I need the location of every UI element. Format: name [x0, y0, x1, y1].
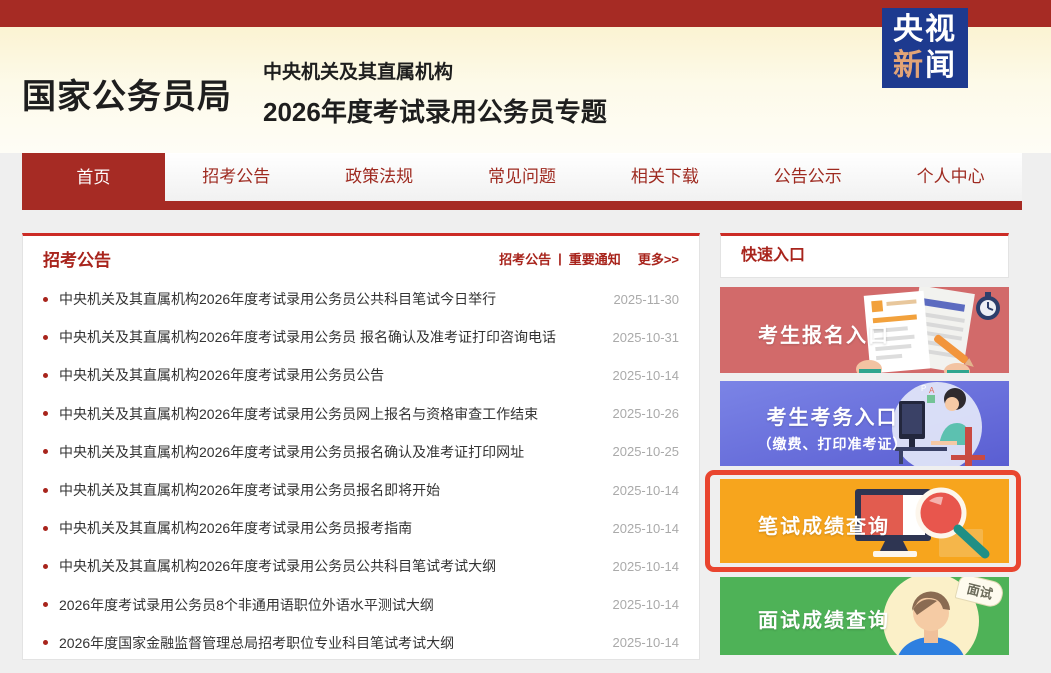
announcements-header: 招考公告 招考公告 | 重要通知 更多>>	[23, 236, 699, 280]
announcement-link[interactable]: 2026年度国家金融监督管理总局招考职位专业科目笔试考试大纲	[59, 633, 454, 653]
announcements-title: 招考公告	[43, 246, 111, 271]
announcement-date: 2025-10-25	[613, 444, 680, 459]
filter-important-notices[interactable]: 重要通知	[569, 249, 621, 268]
tab-recruitment-announcements[interactable]: 招考公告	[165, 153, 308, 201]
card-written-score-inquiry[interactable]: 笔试成绩查询	[720, 479, 1009, 563]
announcement-date: 2025-10-14	[613, 635, 680, 650]
card-registration-entry[interactable]: 考生报名入口	[720, 287, 1009, 373]
main-navigation: 首页 招考公告 政策法规 常见问题 相关下载 公告公示 个人中心	[22, 153, 1022, 210]
cctv-news-logo: 央视 新闻	[882, 8, 968, 88]
announcement-date: 2025-10-31	[613, 330, 680, 345]
announcement-item: 2026年度国家金融监督管理总局招考职位专业科目笔试考试大纲 2025-10-14	[43, 624, 679, 662]
tab-home[interactable]: 首页	[22, 153, 165, 210]
tab-public-notices[interactable]: 公告公示	[736, 153, 879, 201]
announcement-link[interactable]: 中央机关及其直属机构2026年度考试录用公务员网上报名与资格审查工作结束	[59, 404, 538, 424]
bullet-icon	[43, 488, 48, 493]
bullet-icon	[43, 373, 48, 378]
filter-separator: |	[558, 251, 562, 266]
card-registration-label: 考生报名入口	[758, 319, 890, 348]
bullet-icon	[43, 526, 48, 531]
card-written-score-label: 笔试成绩查询	[758, 510, 890, 539]
announcement-link[interactable]: 中央机关及其直属机构2026年度考试录用公务员公告	[59, 365, 384, 385]
card-interview-score-inquiry[interactable]: 面试成绩查询 面试	[720, 577, 1009, 655]
nav-tabs: 首页 招考公告 政策法规 常见问题 相关下载 公告公示 个人中心	[22, 153, 1022, 201]
quick-entry-header: 快速入口	[720, 233, 1009, 278]
announcement-date: 2025-10-14	[613, 559, 680, 574]
announcement-link[interactable]: 中央机关及其直属机构2026年度考试录用公务员报名确认及准考证打印网址	[59, 442, 524, 462]
svg-text:A: A	[929, 386, 935, 395]
announcement-item: 中央机关及其直属机构2026年度考试录用公务员报名即将开始 2025-10-14	[43, 471, 679, 509]
announcement-link[interactable]: 中央机关及其直属机构2026年度考试录用公务员报考指南	[59, 518, 412, 538]
announcement-link[interactable]: 中央机关及其直属机构2026年度考试录用公务员 报名确认及准考证打印咨询电话	[59, 327, 556, 347]
announcement-date: 2025-10-14	[613, 483, 680, 498]
announcements-panel: 招考公告 招考公告 | 重要通知 更多>> 中央机关及其直属机构2026年度考试…	[22, 233, 700, 660]
tab-faq[interactable]: 常见问题	[451, 153, 594, 201]
announcement-date: 2025-10-14	[613, 597, 680, 612]
announcement-date: 2025-10-14	[613, 368, 680, 383]
card-exam-affairs-entry[interactable]: 考生考务入口 （缴费、打印准考证） A P	[720, 381, 1009, 466]
quick-entry-title: 快速入口	[741, 247, 805, 264]
announcement-date: 2025-10-26	[613, 406, 680, 421]
announcement-link[interactable]: 中央机关及其直属机构2026年度考试录用公务员报名即将开始	[59, 480, 440, 500]
bullet-icon	[43, 449, 48, 454]
more-link[interactable]: 更多>>	[638, 249, 679, 268]
announcement-item: 2026年度考试录用公务员8个非通用语职位外语水平测试大纲 2025-10-14	[43, 586, 679, 624]
bullet-icon	[43, 640, 48, 645]
bullet-icon	[43, 411, 48, 416]
announcement-list: 中央机关及其直属机构2026年度考试录用公务员公共科目笔试今日举行 2025-11…	[23, 280, 699, 662]
announcement-item: 中央机关及其直属机构2026年度考试录用公务员报考指南 2025-10-14	[43, 509, 679, 547]
subject-line2: 2026年度考试录用公务员专题	[263, 92, 607, 129]
page: 2026年01月15日 星期四 上午好! 国家公务员局 中央机关及其直属机构 2…	[0, 0, 1051, 673]
filter-recruitment-announcements[interactable]: 招考公告	[499, 249, 551, 268]
bullet-icon	[43, 335, 48, 340]
tab-policies-regulations[interactable]: 政策法规	[308, 153, 451, 201]
card-interview-score-label: 面试成绩查询	[758, 604, 890, 633]
announcement-item: 中央机关及其直属机构2026年度考试录用公务员 报名确认及准考证打印咨询电话 20…	[43, 318, 679, 356]
subject-line1: 中央机关及其直属机构	[263, 57, 607, 84]
svg-text:P: P	[921, 384, 926, 393]
announcement-date: 2025-11-30	[613, 292, 679, 307]
nav-red-strip	[22, 201, 1022, 210]
announcement-item: 中央机关及其直属机构2026年度考试录用公务员公告 2025-10-14	[43, 356, 679, 394]
announcement-link[interactable]: 2026年度考试录用公务员8个非通用语职位外语水平测试大纲	[59, 595, 434, 615]
logo-row1: 央视	[893, 12, 957, 48]
bullet-icon	[43, 564, 48, 569]
announcement-link[interactable]: 中央机关及其直属机构2026年度考试录用公务员公共科目笔试今日举行	[59, 289, 496, 309]
card-exam-affairs-label: 考生考务入口	[740, 401, 925, 430]
subject-title: 中央机关及其直属机构 2026年度考试录用公务员专题	[263, 57, 607, 129]
announcement-date: 2025-10-14	[613, 521, 680, 536]
tab-personal-center[interactable]: 个人中心	[879, 153, 1022, 201]
site-name: 国家公务员局	[22, 69, 232, 118]
tab-downloads[interactable]: 相关下载	[593, 153, 736, 201]
announcement-link[interactable]: 中央机关及其直属机构2026年度考试录用公务员公共科目笔试考试大纲	[59, 556, 496, 576]
logo-row2: 新闻	[893, 48, 957, 84]
bullet-icon	[43, 602, 48, 607]
announcement-item: 中央机关及其直属机构2026年度考试录用公务员网上报名与资格审查工作结束 2025…	[43, 395, 679, 433]
card-exam-affairs-labels: 考生考务入口 （缴费、打印准考证）	[740, 401, 925, 454]
announcement-item: 中央机关及其直属机构2026年度考试录用公务员报名确认及准考证打印网址 2025-…	[43, 433, 679, 471]
card-exam-affairs-sublabel: （缴费、打印准考证）	[740, 434, 925, 454]
announcements-filters: 招考公告 | 重要通知 更多>>	[499, 249, 679, 268]
announcement-item: 中央机关及其直属机构2026年度考试录用公务员公共科目笔试考试大纲 2025-10…	[43, 547, 679, 585]
announcement-item: 中央机关及其直属机构2026年度考试录用公务员公共科目笔试今日举行 2025-11…	[43, 280, 679, 318]
bullet-icon	[43, 297, 48, 302]
